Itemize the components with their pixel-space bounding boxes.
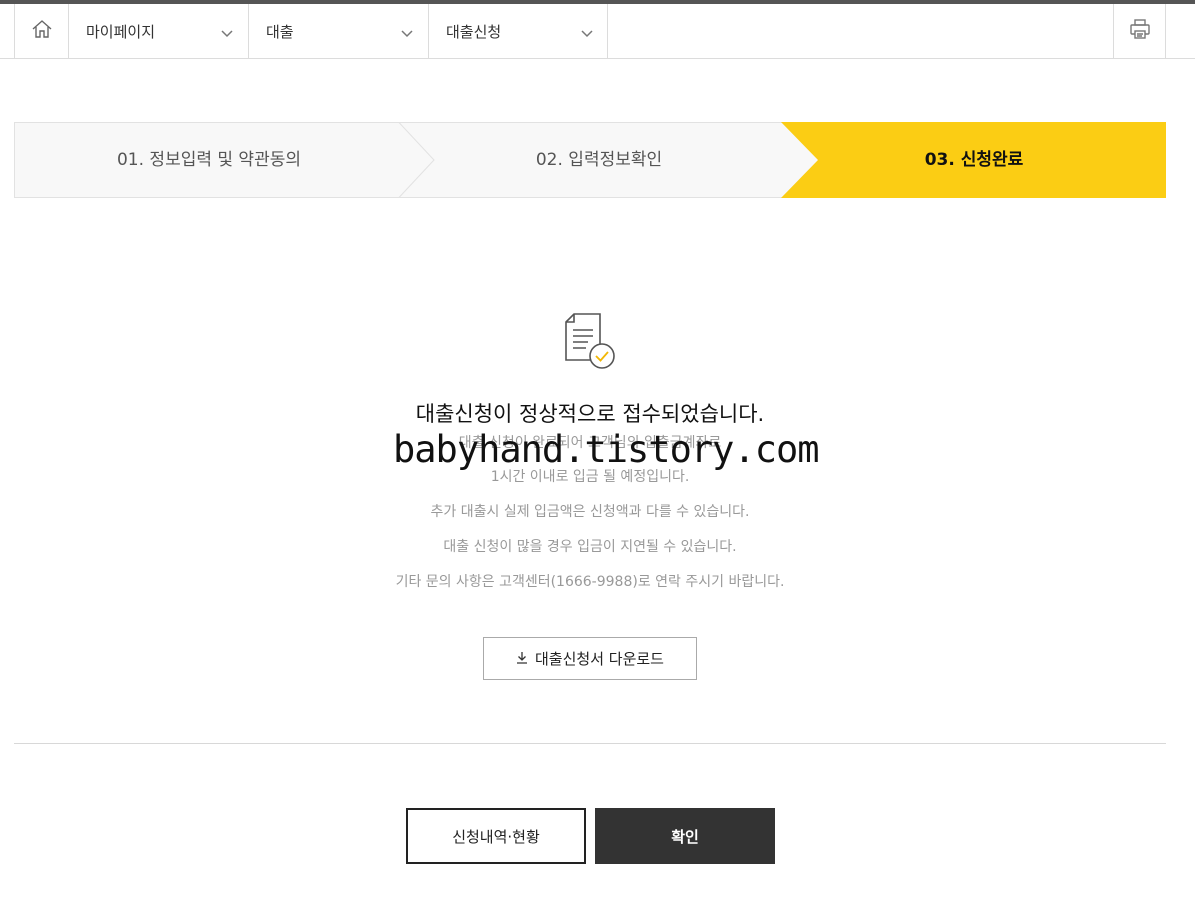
watermark-text: babyhand.tistory.com	[393, 428, 820, 471]
breadcrumb-spacer	[607, 4, 1113, 58]
home-icon	[31, 18, 53, 44]
printer-icon	[1129, 18, 1151, 44]
breadcrumb-nav: 마이페이지 대출 대출신청	[0, 4, 1195, 59]
breadcrumb-label: 대출	[266, 22, 294, 41]
breadcrumb-label: 대출신청	[446, 22, 502, 41]
chevron-down-icon	[221, 24, 233, 42]
completion-desc-line: 기타 문의 사항은 고객센터(1666-9988)로 연락 주시기 바랍니다.	[395, 574, 785, 590]
home-button[interactable]	[14, 4, 68, 58]
download-icon	[516, 650, 528, 668]
download-application-button[interactable]: 대출신청서 다운로드	[483, 637, 697, 680]
breadcrumb-dropdown-mypage[interactable]: 마이페이지	[68, 4, 248, 58]
completion-title: 대출신청이 정상적으로 접수되었습니다.	[415, 402, 765, 426]
chevron-down-icon	[401, 24, 413, 42]
step-2-label: 02. 입력정보확인	[535, 150, 663, 170]
breadcrumb-label: 마이페이지	[86, 22, 156, 41]
step-3-label: 03. 신청완료	[924, 150, 1024, 170]
confirm-button[interactable]: 확인	[595, 808, 775, 864]
application-history-button[interactable]: 신청내역·현황	[406, 808, 586, 864]
step-indicator: 01. 정보입력 및 약관동의 02. 입력정보확인 03. 신청완료	[14, 122, 1166, 198]
completion-desc-line: 대출 신청이 많을 경우 입금이 지연될 수 있습니다.	[443, 539, 737, 555]
chevron-down-icon	[581, 24, 593, 42]
print-button[interactable]	[1113, 4, 1166, 58]
breadcrumb-dropdown-loan-apply[interactable]: 대출신청	[428, 4, 608, 58]
breadcrumb-dropdown-loan[interactable]: 대출	[248, 4, 428, 58]
download-button-label: 대출신청서 다운로드	[535, 650, 664, 668]
section-divider	[14, 743, 1166, 744]
completion-desc-line: 추가 대출시 실제 입금액은 신청액과 다를 수 있습니다.	[430, 504, 750, 520]
document-check-icon	[562, 312, 618, 376]
step-1-label: 01. 정보입력 및 약관동의	[116, 150, 301, 170]
